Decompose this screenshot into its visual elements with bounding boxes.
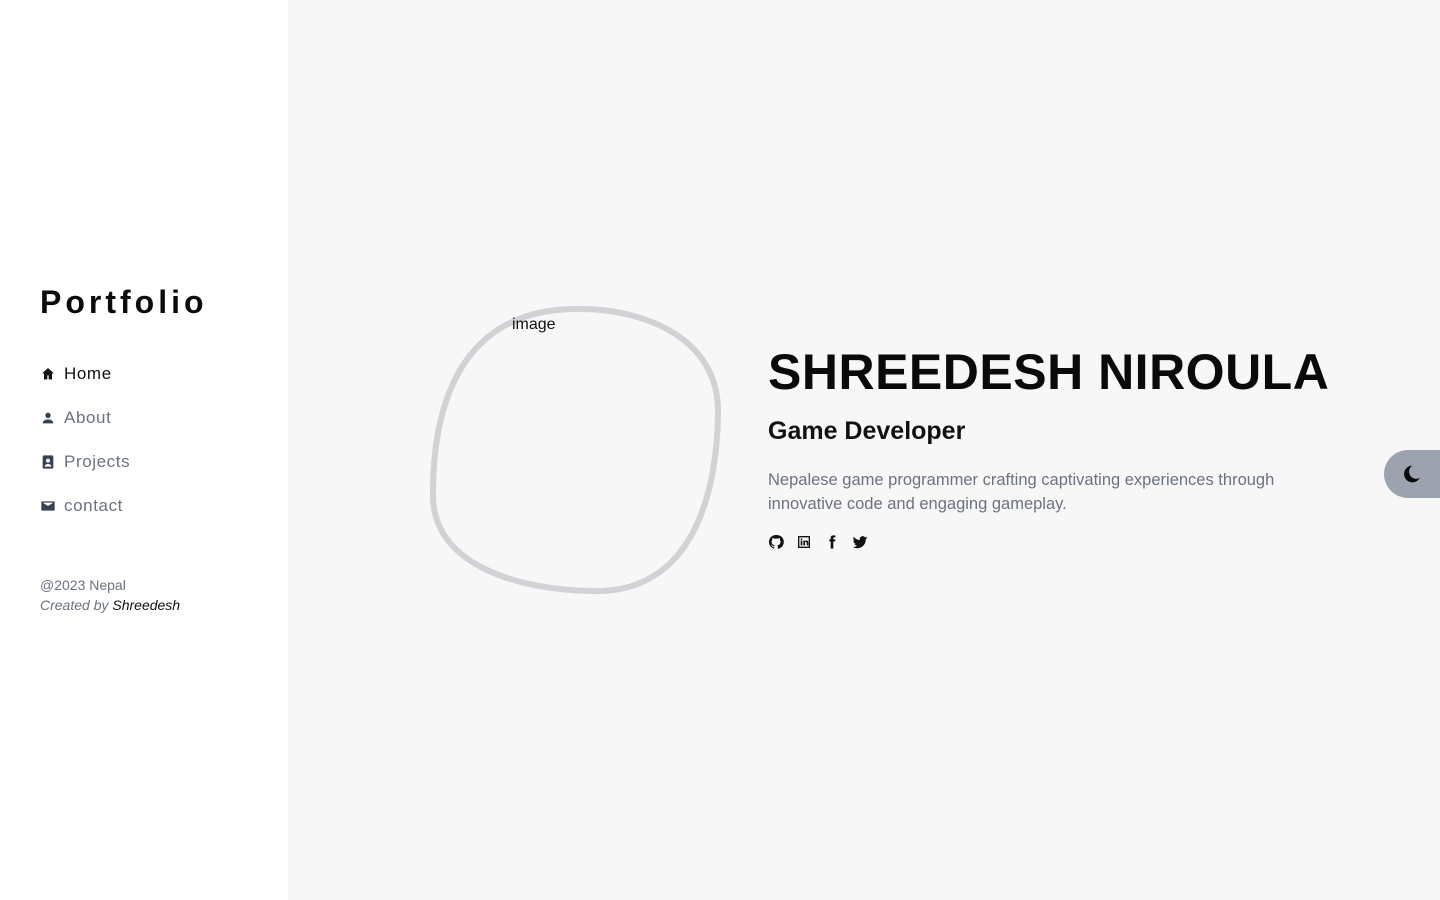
credit-author-link[interactable]: Shreedesh — [112, 597, 180, 613]
social-links — [768, 534, 1368, 550]
brand-title[interactable]: Portfolio — [40, 284, 208, 321]
hero-name: SHREEDESH NIROULA — [768, 344, 1330, 400]
theme-toggle-button[interactable] — [1384, 450, 1440, 498]
sidebar-nav: Home About Projects contact — [40, 360, 260, 536]
sidebar-item-about[interactable]: About — [40, 404, 260, 432]
sidebar-item-contact[interactable]: contact — [40, 492, 260, 520]
sidebar-item-label: Home — [64, 364, 112, 383]
credit-prefix: Created by — [40, 597, 113, 613]
copyright-text: @2023 Nepal — [40, 577, 126, 593]
sidebar-item-label: Projects — [64, 452, 131, 471]
portfolio-app: Portfolio Home About Projects contact @2… — [0, 0, 1440, 900]
moon-icon — [1402, 464, 1422, 484]
blob-frame-shape — [429, 305, 722, 595]
home-icon — [40, 366, 56, 382]
profile-image-alt-text: image — [512, 316, 556, 333]
mail-icon — [40, 498, 56, 514]
sidebar: Portfolio Home About Projects contact @2… — [0, 0, 288, 900]
linkedin-icon[interactable] — [796, 534, 812, 550]
hero-section: SHREEDESH NIROULA Game Developer Nepales… — [768, 340, 1368, 550]
hero-role: Game Developer — [768, 417, 966, 445]
twitter-icon[interactable] — [852, 534, 868, 550]
github-icon[interactable] — [768, 534, 784, 550]
user-icon — [40, 410, 56, 426]
credit-text: Created by Shreedesh — [40, 595, 180, 615]
sidebar-item-projects[interactable]: Projects — [40, 448, 260, 476]
sidebar-item-label: contact — [64, 496, 124, 515]
sidebar-footer: @2023 Nepal Created by Shreedesh — [40, 575, 180, 615]
facebook-icon[interactable] — [824, 534, 840, 550]
contact-book-icon — [40, 454, 56, 470]
sidebar-item-label: About — [64, 408, 112, 427]
sidebar-item-home[interactable]: Home — [40, 360, 260, 388]
hero-description: Nepalese game programmer crafting captiv… — [768, 471, 1275, 513]
profile-image-frame — [429, 304, 722, 596]
